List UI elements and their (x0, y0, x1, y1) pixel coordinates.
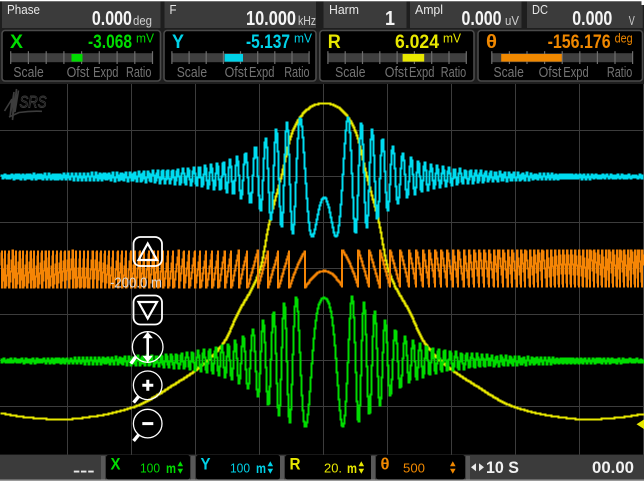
svg-text:θ: θ (486, 31, 497, 53)
svg-text:deg: deg (615, 31, 633, 46)
svg-text:Ofst: Ofst (67, 65, 90, 81)
svg-text:V: V (629, 14, 635, 28)
svg-text:Scale: Scale (494, 65, 524, 81)
svg-text:DC: DC (532, 3, 548, 17)
svg-text:-156.176: -156.176 (548, 31, 611, 53)
svg-text:100: 100 (230, 462, 250, 476)
svg-text:20.: 20. (324, 462, 342, 476)
svg-text:100: 100 (140, 462, 160, 476)
svg-text:Expd: Expd (249, 65, 274, 81)
svg-text:R: R (290, 456, 301, 474)
svg-text:Scale: Scale (177, 65, 207, 81)
svg-text:6.024: 6.024 (395, 31, 439, 53)
svg-text:0.000: 0.000 (92, 8, 132, 30)
svg-text:00.00: 00.00 (592, 459, 634, 477)
svg-text:---: --- (73, 463, 95, 480)
svg-text:10.000: 10.000 (246, 8, 296, 30)
svg-text:500: 500 (403, 462, 425, 476)
svg-text:kHz: kHz (298, 14, 316, 28)
svg-text:m: m (166, 461, 176, 476)
svg-text:SRS: SRS (20, 94, 47, 112)
svg-text:θ: θ (381, 456, 390, 474)
svg-text:Scale: Scale (13, 65, 43, 81)
svg-text:Y: Y (201, 456, 211, 474)
svg-text:X: X (111, 456, 121, 474)
svg-text:Harm: Harm (329, 3, 359, 17)
svg-text:Expd: Expd (563, 65, 588, 81)
svg-text:X: X (10, 31, 23, 53)
svg-text:Expd: Expd (409, 65, 434, 81)
svg-text:mV: mV (136, 31, 154, 46)
svg-text:mV: mV (294, 31, 312, 46)
svg-text:Ratio: Ratio (126, 65, 151, 81)
svg-text:Ratio: Ratio (607, 65, 632, 81)
svg-text:0.000: 0.000 (462, 8, 502, 30)
svg-text:Ratio: Ratio (441, 65, 466, 81)
svg-text:-5.137: -5.137 (246, 31, 290, 53)
svg-text:10 S: 10 S (486, 459, 519, 477)
svg-text:-3.068: -3.068 (88, 31, 132, 53)
svg-text:m: m (256, 461, 266, 476)
svg-text:mV: mV (443, 31, 461, 46)
svg-text:R: R (328, 31, 341, 53)
svg-text:deg: deg (133, 14, 152, 28)
svg-text:Scale: Scale (335, 65, 365, 81)
svg-text:-200.0 m: -200.0 m (110, 276, 162, 292)
svg-text:Ofst: Ofst (225, 65, 248, 81)
svg-text:Y: Y (172, 31, 184, 53)
svg-text:Ampl: Ampl (415, 3, 443, 17)
svg-text:0.000: 0.000 (572, 8, 612, 30)
svg-text:Expd: Expd (93, 65, 118, 81)
svg-text:F: F (170, 3, 177, 17)
svg-text:Ratio: Ratio (284, 65, 309, 81)
svg-text:uV: uV (505, 14, 520, 28)
svg-text:Ofst: Ofst (539, 65, 562, 81)
svg-text:Ofst: Ofst (385, 65, 408, 81)
svg-text:Phase: Phase (7, 3, 40, 17)
svg-text:m: m (347, 461, 357, 476)
svg-text:1: 1 (385, 8, 395, 30)
